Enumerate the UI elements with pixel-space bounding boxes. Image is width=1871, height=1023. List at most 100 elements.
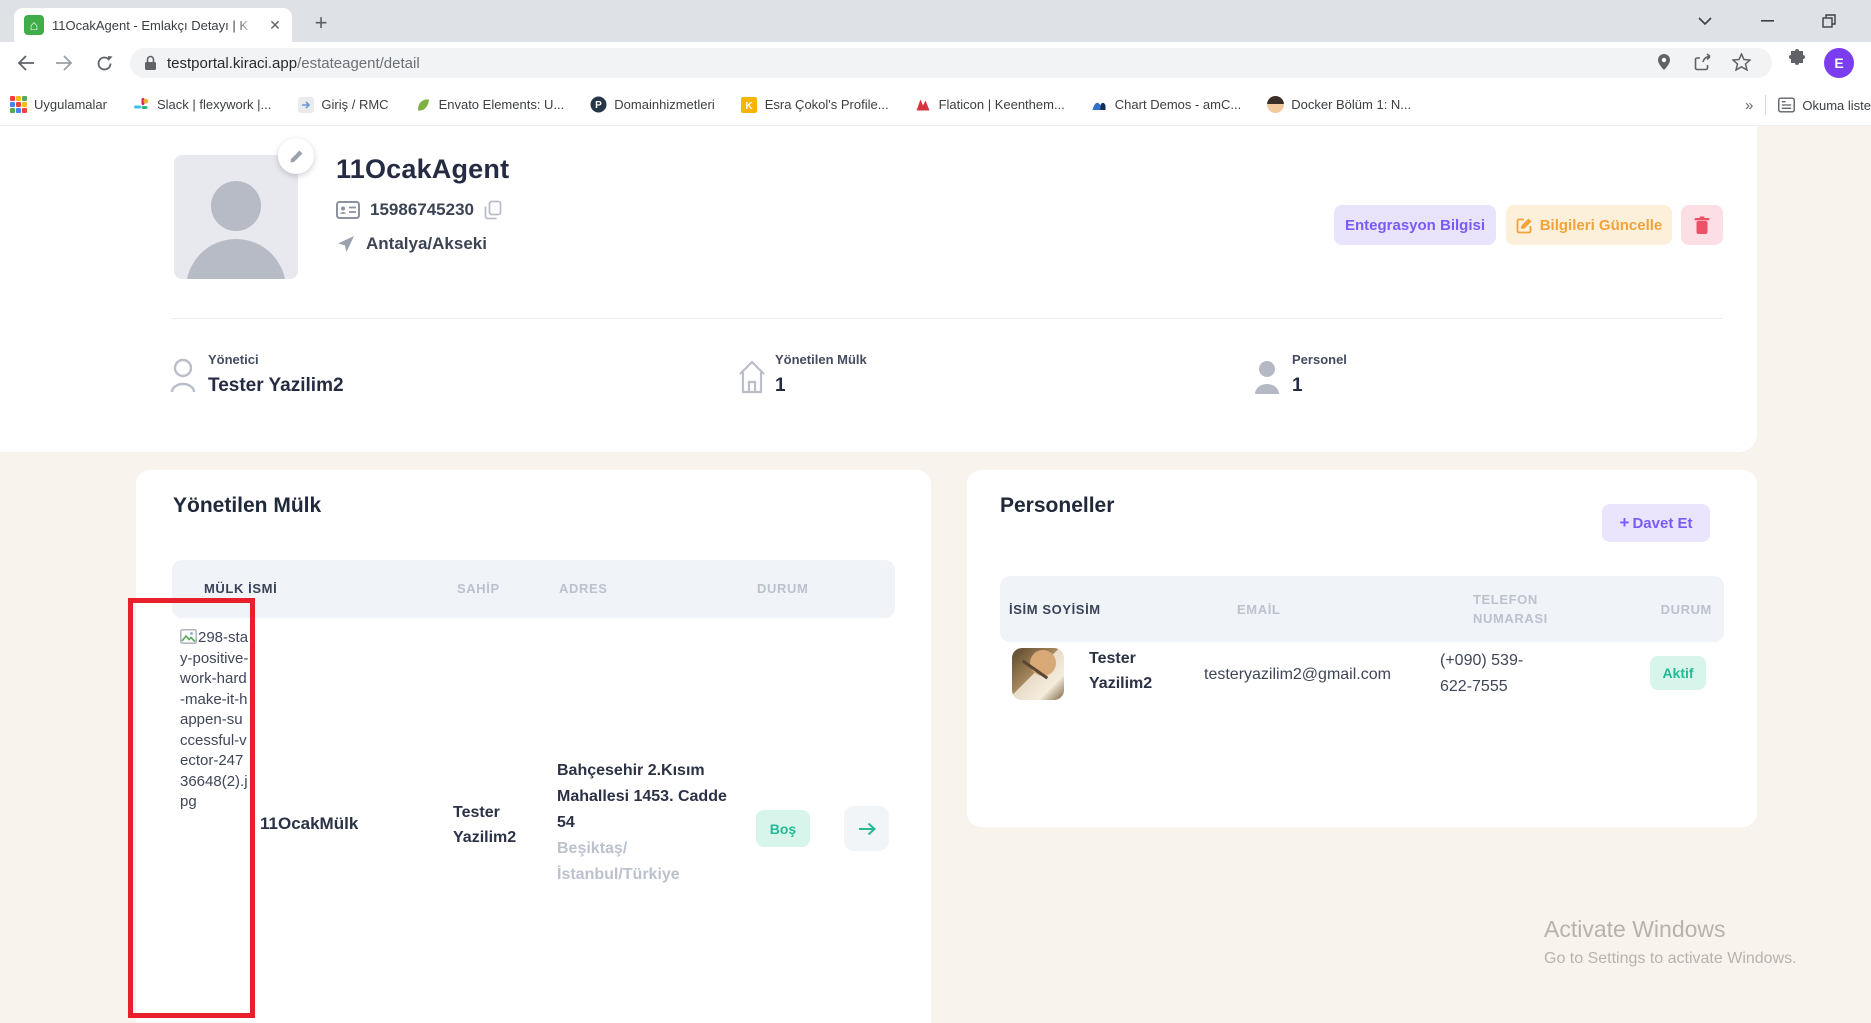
activate-windows-watermark: Activate Windows Go to Settings to activ… xyxy=(1544,916,1797,968)
agent-avatar-placeholder xyxy=(174,155,298,279)
browser-profile-avatar[interactable]: E xyxy=(1824,48,1854,78)
bookmark-domainhizmetleri[interactable]: P Domainhizmetleri xyxy=(590,96,714,113)
update-info-button[interactable]: Bilgileri Güncelle xyxy=(1506,205,1672,245)
header-divider xyxy=(172,318,1722,319)
stat-value: Tester Yazilim2 xyxy=(208,375,344,397)
pencil-icon xyxy=(289,149,304,164)
property-address-main: Bahçesehir 2.Kısım Mahallesi 1453. Cadde… xyxy=(557,758,735,836)
avatar-face-icon xyxy=(1267,96,1284,113)
agent-location-row: Antalya/Akseki xyxy=(336,234,497,254)
column-adres: ADRES xyxy=(559,581,608,596)
bookmark-apps[interactable]: Uygulamalar xyxy=(10,96,107,113)
stat-value: 1 xyxy=(775,375,867,397)
agent-phone: 15986745230 xyxy=(370,200,474,220)
location-pin-icon[interactable] xyxy=(1656,53,1676,73)
staff-phone: (+090) 539-622-7555 xyxy=(1440,648,1552,700)
property-detail-arrow-button[interactable] xyxy=(844,806,889,851)
svg-text:P: P xyxy=(595,100,602,111)
apps-grid-icon xyxy=(10,96,27,113)
property-name: 11OcakMülk xyxy=(260,814,358,834)
plus-icon: + xyxy=(1620,513,1630,533)
arrow-right-icon xyxy=(858,822,876,836)
stat-label: Yönetilen Mülk xyxy=(775,352,867,367)
trash-icon xyxy=(1694,216,1710,235)
column-sahip: SAHİP xyxy=(457,581,500,596)
bookmarks-overflow-chevrons[interactable]: » xyxy=(1745,97,1753,114)
extensions-puzzle-icon[interactable] xyxy=(1786,48,1808,75)
url-address-bar[interactable]: testportal.kiraci.app/estateagent/detail xyxy=(130,48,1772,78)
bookmark-slack[interactable]: Slack | flexywork |... xyxy=(133,96,271,113)
staff-card: Personeller + Davet Et İSİM SOYİSİM EMAİ… xyxy=(967,470,1757,827)
bookmarks-divider xyxy=(1765,95,1766,115)
managed-properties-card: Yönetilen Mülk MÜLK İSMİ SAHİP ADRES DUR… xyxy=(136,470,931,1023)
tab-strip: ⌂ 11OcakAgent - Emlakçı Detayı | K ✕ + xyxy=(0,0,1871,42)
column-email: EMAİL xyxy=(1237,602,1280,617)
agent-phone-row: 15986745230 xyxy=(336,200,502,220)
edit-pencil-square-icon xyxy=(1516,217,1533,234)
reading-list-label[interactable]: Okuma liste xyxy=(1802,98,1871,113)
lock-icon xyxy=(144,55,157,71)
stat-label: Personel xyxy=(1292,352,1347,367)
agent-header-card: 11OcakAgent 15986745230 Antalya/Akseki E… xyxy=(0,126,1757,452)
staff-table-header: İSİM SOYİSİM EMAİL TELEFON NUMARASI DURU… xyxy=(1000,576,1724,642)
slack-icon xyxy=(133,96,150,113)
copy-icon[interactable] xyxy=(484,200,502,220)
stat-staff: Personel 1 xyxy=(1254,352,1347,403)
person-filled-icon xyxy=(1254,356,1292,403)
tab-title: 11OcakAgent - Emlakçı Detayı | K xyxy=(52,18,262,33)
column-durum: DURUM xyxy=(757,581,808,596)
reload-icon[interactable] xyxy=(90,49,118,77)
tab-search-chevron-icon[interactable] xyxy=(1688,0,1722,42)
properties-table-header: MÜLK İSMİ SAHİP ADRES DURUM xyxy=(172,560,895,618)
property-status-badge: Boş xyxy=(756,810,810,847)
amcharts-icon xyxy=(1091,96,1108,113)
forward-icon[interactable] xyxy=(50,49,78,77)
home-outline-icon xyxy=(737,356,775,403)
column-staff-durum: DURUM xyxy=(1661,602,1712,617)
invite-staff-button[interactable]: + Davet Et xyxy=(1602,504,1710,542)
edit-avatar-button[interactable] xyxy=(278,138,314,174)
bookmark-giris-rmc[interactable]: Giriş / RMC xyxy=(297,96,388,113)
minimize-window-icon[interactable] xyxy=(1750,0,1784,42)
integration-info-button[interactable]: Entegrasyon Bilgisi xyxy=(1334,205,1496,245)
bookmarks-bar: Uygulamalar Slack | flexywork |... Giriş… xyxy=(0,84,1871,126)
bookmark-esra-cokol[interactable]: K Esra Çokol's Profile... xyxy=(741,96,889,113)
url-text: testportal.kiraci.app/estateagent/detail xyxy=(167,55,420,72)
person-outline-icon xyxy=(170,356,208,403)
bookmark-flaticon[interactable]: Flaticon | Keenthem... xyxy=(915,96,1065,113)
bookmark-envato[interactable]: Envato Elements: U... xyxy=(415,96,565,113)
close-tab-icon[interactable]: ✕ xyxy=(266,16,284,34)
back-icon[interactable] xyxy=(12,49,40,77)
envato-leaf-icon xyxy=(415,96,432,113)
staff-name: Tester Yazilim2 xyxy=(1089,646,1184,696)
bookmark-star-icon[interactable] xyxy=(1732,53,1752,73)
restore-window-icon[interactable] xyxy=(1812,0,1846,42)
red-annotation-rectangle xyxy=(128,598,255,1018)
new-tab-button[interactable]: + xyxy=(306,9,336,39)
navigation-icon xyxy=(336,234,356,254)
k-square-icon: K xyxy=(741,96,758,113)
site-favicon-icon: ⌂ xyxy=(24,15,44,35)
staff-status-badge: Aktif xyxy=(1650,656,1706,690)
p-circle-icon: P xyxy=(590,96,607,113)
reading-list-icon[interactable] xyxy=(1778,97,1795,114)
properties-card-title: Yönetilen Mülk xyxy=(173,494,321,518)
browser-toolbar: testportal.kiraci.app/estateagent/detail… xyxy=(0,42,1871,84)
column-telefon: TELEFON NUMARASI xyxy=(1473,590,1573,628)
stat-manager: Yönetici Tester Yazilim2 xyxy=(170,352,344,403)
browser-tab[interactable]: ⌂ 11OcakAgent - Emlakçı Detayı | K ✕ xyxy=(14,8,292,42)
property-address-sub: Beşiktaş/ İstanbul/Türkiye xyxy=(557,836,735,888)
agent-name: 11OcakAgent xyxy=(336,154,509,185)
rmc-icon xyxy=(297,96,314,113)
share-icon[interactable] xyxy=(1694,53,1714,73)
staff-avatar-photo xyxy=(1012,648,1064,700)
staff-email: testeryazilim2@gmail.com xyxy=(1204,666,1391,684)
column-mulk-ismi: MÜLK İSMİ xyxy=(204,581,277,596)
stat-label: Yönetici xyxy=(208,352,344,367)
bookmark-docker[interactable]: Docker Bölüm 1: N... xyxy=(1267,96,1411,113)
staff-card-title: Personeller xyxy=(1000,494,1114,518)
stat-value: 1 xyxy=(1292,375,1347,397)
bookmark-chart-demos[interactable]: Chart Demos - amC... xyxy=(1091,96,1241,113)
delete-agent-button[interactable] xyxy=(1681,205,1723,245)
property-owner: Tester Yazilim2 xyxy=(453,800,537,850)
